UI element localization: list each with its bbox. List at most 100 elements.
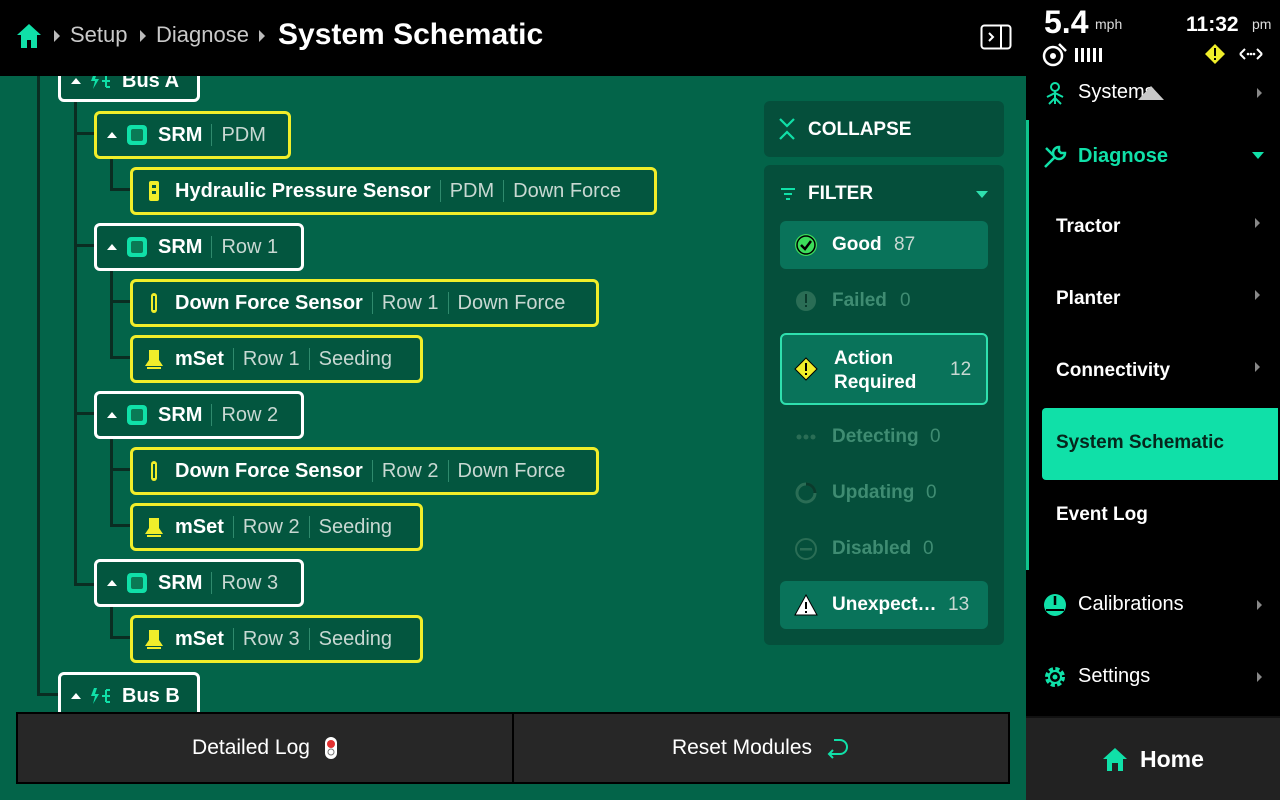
collapse-caret-icon[interactable] bbox=[107, 412, 117, 418]
sidebar-subitem-label: Event Log bbox=[1056, 504, 1148, 525]
breadcrumb-setup[interactable]: Setup bbox=[70, 22, 128, 48]
node-meta: Row 3 bbox=[211, 572, 278, 594]
clock-ampm: pm bbox=[1252, 16, 1272, 32]
collapse-caret-icon[interactable] bbox=[71, 78, 81, 84]
sidebar-item-label: Diagnose bbox=[1078, 145, 1169, 167]
node-meta: Row 2 bbox=[232, 516, 300, 538]
mset-meter-icon bbox=[145, 630, 163, 649]
chevron-down-icon bbox=[976, 191, 988, 198]
menu-pointer-icon bbox=[1138, 86, 1164, 100]
filter-detecting[interactable]: Detecting 0 bbox=[780, 413, 988, 461]
node-meta: PDM bbox=[439, 180, 494, 202]
collapse-caret-icon[interactable] bbox=[71, 693, 81, 699]
sidebar-item-settings[interactable]: Settings bbox=[1026, 646, 1280, 706]
tree-connector bbox=[110, 524, 132, 527]
node-meta: Row 2 bbox=[211, 404, 278, 426]
filter-action-required[interactable]: Action Required 12 bbox=[780, 333, 988, 405]
collapse-button[interactable]: COLLAPSE bbox=[764, 101, 1004, 157]
sidebar-subitem-connectivity[interactable]: Connectivity bbox=[1042, 336, 1278, 408]
wrench-icon bbox=[1044, 145, 1067, 168]
disabled-icon bbox=[795, 538, 817, 560]
filter-header[interactable]: FILTER bbox=[780, 183, 990, 207]
filter-failed[interactable]: Failed 0 bbox=[780, 277, 988, 325]
tree-node-down-force-sensor-row-2[interactable]: Down Force Sensor Row 2 Down Force bbox=[130, 447, 599, 495]
bus-a-node[interactable]: Bus A bbox=[58, 76, 200, 102]
chevron-right-icon bbox=[1257, 600, 1262, 610]
tree-node-hydraulic-pressure-sensor[interactable]: Hydraulic Pressure Sensor PDM Down Force bbox=[130, 167, 657, 215]
bus-network-icon bbox=[91, 688, 110, 704]
reset-icon bbox=[827, 739, 849, 759]
breadcrumb-diagnose[interactable]: Diagnose bbox=[156, 22, 249, 48]
sidebar-subitem-label: Connectivity bbox=[1056, 360, 1171, 381]
node-meta: Down Force bbox=[447, 460, 565, 482]
tree-connector bbox=[74, 244, 96, 247]
node-name: Down Force Sensor bbox=[175, 459, 363, 482]
systems-icon bbox=[1046, 82, 1064, 105]
sidebar-subitem-label: Tractor bbox=[1056, 216, 1121, 237]
node-meta: Down Force bbox=[447, 292, 565, 314]
clock: 11:32 bbox=[1186, 13, 1239, 36]
sidebar-subitem-system-schematic[interactable]: System Schematic bbox=[1042, 408, 1278, 480]
log-indicator-icon bbox=[324, 737, 337, 759]
collapse-caret-icon[interactable] bbox=[107, 244, 117, 250]
node-name: SRM bbox=[158, 123, 203, 146]
filter-item-label: Disabled bbox=[832, 538, 912, 559]
home-button[interactable]: Home bbox=[1026, 716, 1280, 800]
sidebar-accent-bar bbox=[1026, 120, 1029, 570]
speed-unit: mph bbox=[1095, 16, 1123, 32]
tree-connector bbox=[110, 636, 132, 639]
breadcrumb-separator-icon bbox=[140, 30, 146, 42]
tree-node-mset-row-2[interactable]: mSet Row 2 Seeding bbox=[130, 503, 423, 551]
bus-label: Bus B bbox=[122, 684, 180, 707]
tree-connector bbox=[110, 356, 132, 359]
sidebar-item-diagnose[interactable]: Diagnose bbox=[1026, 126, 1280, 186]
home-icon[interactable] bbox=[16, 22, 42, 50]
filter-item-count: 0 bbox=[900, 290, 911, 311]
tree-connector bbox=[74, 132, 96, 135]
alert-triangle-icon bbox=[794, 593, 818, 616]
filter-label: FILTER bbox=[808, 183, 874, 204]
down-force-sensor-icon bbox=[151, 461, 157, 481]
sidebar-subitem-tractor[interactable]: Tractor bbox=[1042, 192, 1278, 264]
sidebar-item-calibrations[interactable]: Calibrations bbox=[1026, 574, 1280, 634]
sidebar-subitem-planter[interactable]: Planter bbox=[1042, 264, 1278, 336]
collapse-caret-icon[interactable] bbox=[107, 132, 117, 138]
tree-connector bbox=[110, 300, 132, 303]
filter-updating[interactable]: Updating 0 bbox=[780, 469, 988, 517]
calibrations-icon bbox=[1044, 594, 1066, 616]
filter-item-count: 12 bbox=[950, 359, 972, 380]
collapse-caret-icon[interactable] bbox=[107, 580, 117, 586]
tree-node-mset-row-3[interactable]: mSet Row 3 Seeding bbox=[130, 615, 423, 663]
panel-toggle-icon[interactable] bbox=[980, 24, 1012, 50]
top-bar: Setup Diagnose System Schematic bbox=[0, 0, 1026, 76]
detailed-log-button[interactable]: Detailed Log bbox=[16, 712, 514, 784]
schematic-canvas[interactable]: Bus A SRM PDM Hydraulic Pressure Sensor … bbox=[0, 76, 1026, 800]
tree-node-srm-pdm[interactable]: SRM PDM bbox=[94, 111, 291, 159]
tree-node-srm-row-2[interactable]: SRM Row 2 bbox=[94, 391, 304, 439]
sidebar-item-label: Calibrations bbox=[1078, 593, 1184, 615]
filter-disabled[interactable]: Disabled 0 bbox=[780, 525, 988, 573]
node-meta: Seeding bbox=[308, 628, 392, 650]
sidebar-subitem-event-log[interactable]: Event Log bbox=[1042, 480, 1278, 552]
filter-item-label: Action Required bbox=[834, 348, 917, 393]
filter-unexpected[interactable]: Unexpect… 13 bbox=[780, 581, 988, 629]
tree-node-srm-row-3[interactable]: SRM Row 3 bbox=[94, 559, 304, 607]
node-name: mSet bbox=[175, 515, 224, 538]
node-name: SRM bbox=[158, 403, 203, 426]
collapse-icon bbox=[779, 118, 795, 140]
node-meta: PDM bbox=[211, 124, 266, 146]
tree-connector bbox=[74, 412, 96, 415]
detecting-icon bbox=[796, 434, 816, 440]
home-icon bbox=[1103, 748, 1127, 771]
filter-item-count: 13 bbox=[948, 594, 970, 615]
bus-label: Bus A bbox=[122, 76, 180, 92]
node-meta: Seeding bbox=[308, 516, 392, 538]
tree-node-down-force-sensor-row-1[interactable]: Down Force Sensor Row 1 Down Force bbox=[130, 279, 599, 327]
srm-module-icon bbox=[127, 573, 147, 593]
tree-connector bbox=[110, 188, 132, 191]
filter-good[interactable]: Good 87 bbox=[780, 221, 988, 269]
tree-node-mset-row-1[interactable]: mSet Row 1 Seeding bbox=[130, 335, 423, 383]
connection-icon[interactable] bbox=[1238, 46, 1264, 62]
tree-node-srm-row-1[interactable]: SRM Row 1 bbox=[94, 223, 304, 271]
reset-modules-button[interactable]: Reset Modules bbox=[512, 712, 1010, 784]
